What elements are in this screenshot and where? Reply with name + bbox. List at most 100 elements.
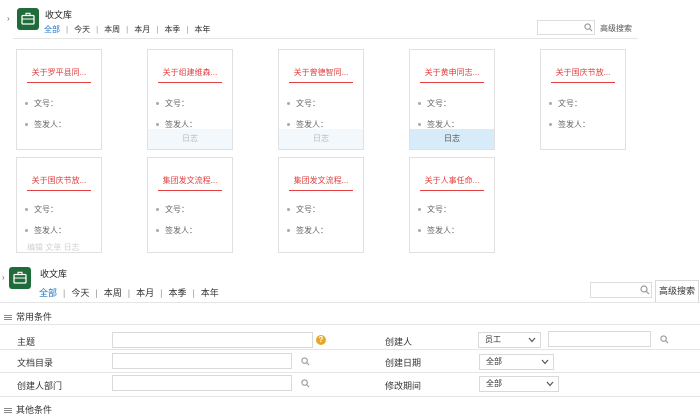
card-signer: 签发人：: [34, 226, 66, 235]
card-title[interactable]: 关于国庆节放...: [17, 175, 101, 186]
creator-dept-input[interactable]: [112, 375, 292, 391]
tab-quarter[interactable]: 本季: [168, 286, 186, 299]
card-doc-no: 文号：: [165, 99, 189, 108]
chevron-down-icon: [541, 359, 549, 365]
document-card[interactable]: 关于曾德智同... 文号： 签发人： 日志: [278, 49, 364, 150]
list-icon: [4, 407, 12, 414]
card-title-underline: [158, 190, 222, 191]
document-card[interactable]: 关于黄申同志... 文号： 签发人： 日志: [409, 49, 495, 150]
modify-period-label: 修改期间: [385, 381, 422, 391]
document-card[interactable]: 关于国庆节放... 文号： 签发人：: [540, 49, 626, 150]
creator-label: 创建人: [385, 337, 413, 347]
tab-all[interactable]: 全部: [39, 286, 57, 299]
page-title: 收文库: [40, 269, 68, 279]
log-button[interactable]: 日志: [148, 129, 232, 149]
card-signer: 签发人：: [427, 226, 459, 235]
document-card[interactable]: 关于罗平县同... 文号： 签发人：: [16, 49, 102, 150]
tab-today[interactable]: 今天: [71, 286, 89, 299]
card-doc-no: 文号：: [165, 205, 189, 214]
time-filter-tabs: 全部 | 今天 | 本周 | 本月 | 本季 | 本年: [44, 24, 211, 35]
search-input[interactable]: [590, 282, 652, 298]
briefcase-logo-icon: [17, 8, 39, 30]
search-icon[interactable]: [660, 335, 669, 344]
tab-month[interactable]: 本月: [136, 286, 154, 299]
card-doc-no: 文号：: [427, 205, 451, 214]
document-card[interactable]: 关于人事任命... 文号： 签发人：: [409, 157, 495, 253]
card-signer: 签发人：: [165, 120, 197, 129]
common-conditions-header[interactable]: 常用条件: [4, 310, 52, 323]
tab-week[interactable]: 本周: [104, 286, 122, 299]
list-icon: [4, 314, 12, 321]
help-icon[interactable]: ?: [316, 335, 326, 345]
document-card[interactable]: 集团发文流程... 文号： 签发人：: [278, 157, 364, 253]
creator-type-select[interactable]: 员工: [478, 332, 541, 348]
doc-directory-input[interactable]: [112, 353, 292, 369]
card-title-underline: [551, 82, 615, 83]
card-doc-no: 文号：: [296, 205, 320, 214]
document-card[interactable]: 集团发文流程... 文号： 签发人：: [147, 157, 233, 253]
create-date-select[interactable]: 全部: [479, 354, 554, 370]
card-title-underline: [158, 82, 222, 83]
page-title: 收文库: [45, 10, 73, 20]
card-title[interactable]: 关于国庆节放...: [541, 67, 625, 78]
subject-label: 主题: [17, 337, 36, 347]
search-input[interactable]: [537, 20, 595, 35]
card-signer: 签发人：: [427, 120, 459, 129]
card-title[interactable]: 关于罗平县同...: [17, 67, 101, 78]
tab-today[interactable]: 今天: [74, 24, 90, 35]
card-title[interactable]: 关于黄申同志...: [410, 67, 494, 78]
chevron-down-icon: [528, 337, 536, 343]
tab-quarter[interactable]: 本季: [164, 24, 180, 35]
card-title[interactable]: 集团发文流程...: [279, 175, 363, 186]
card-signer: 签发人：: [165, 226, 197, 235]
card-doc-no: 文号：: [427, 99, 451, 108]
create-date-label: 创建日期: [385, 358, 422, 368]
card-doc-no: 文号：: [34, 205, 58, 214]
card-signer: 签发人：: [558, 120, 590, 129]
time-filter-tabs: 全部 | 今天 | 本周 | 本月 | 本季 | 本年: [39, 286, 219, 299]
header-divider: [13, 38, 638, 39]
card-title-underline: [27, 82, 91, 83]
card-signer: 签发人：: [296, 120, 328, 129]
subject-input[interactable]: [112, 332, 313, 348]
card-signer: 签发人：: [34, 120, 66, 129]
expand-arrow-icon[interactable]: ›: [7, 14, 10, 23]
expand-arrow-icon[interactable]: ›: [2, 273, 5, 282]
modify-period-select[interactable]: 全部: [479, 376, 559, 392]
search-icon[interactable]: [640, 285, 650, 295]
card-doc-no: 文号：: [34, 99, 58, 108]
document-card[interactable]: 关于国庆节放... 文号： 签发人： 编辑 文单 日志: [16, 157, 102, 253]
search-icon[interactable]: [301, 379, 310, 388]
log-button[interactable]: 日志: [410, 129, 494, 149]
card-title[interactable]: 关于组建维森...: [148, 67, 232, 78]
card-title[interactable]: 关于人事任命...: [410, 175, 494, 186]
card-title-underline: [420, 190, 484, 191]
creator-input[interactable]: [548, 331, 651, 347]
card-title-underline: [289, 82, 353, 83]
briefcase-logo-icon: [9, 267, 31, 289]
doc-directory-label: 文档目录: [17, 358, 54, 368]
card-doc-no: 文号：: [296, 99, 320, 108]
card-title-underline: [420, 82, 484, 83]
search-icon[interactable]: [301, 357, 310, 366]
search-icon[interactable]: [584, 23, 593, 32]
advanced-search-button[interactable]: 高级搜索: [600, 23, 632, 34]
card-title-underline: [289, 190, 353, 191]
other-conditions-header[interactable]: 其他条件: [4, 403, 52, 416]
card-signer: 签发人：: [296, 226, 328, 235]
tab-month[interactable]: 本月: [134, 24, 150, 35]
tab-week[interactable]: 本周: [104, 24, 120, 35]
card-doc-no: 文号：: [558, 99, 582, 108]
card-title[interactable]: 集团发文流程...: [148, 175, 232, 186]
advanced-search-button[interactable]: 高级搜索: [655, 280, 699, 302]
card-title-underline: [27, 190, 91, 191]
tab-year[interactable]: 本年: [194, 24, 210, 35]
card-actions[interactable]: 编辑 文单 日志: [17, 238, 101, 252]
creator-dept-label: 创建人部门: [17, 381, 63, 391]
tab-year[interactable]: 本年: [201, 286, 219, 299]
chevron-down-icon: [546, 381, 554, 387]
tab-all[interactable]: 全部: [44, 24, 60, 35]
card-title[interactable]: 关于曾德智同...: [279, 67, 363, 78]
log-button[interactable]: 日志: [279, 129, 363, 149]
document-card[interactable]: 关于组建维森... 文号： 签发人： 日志: [147, 49, 233, 150]
